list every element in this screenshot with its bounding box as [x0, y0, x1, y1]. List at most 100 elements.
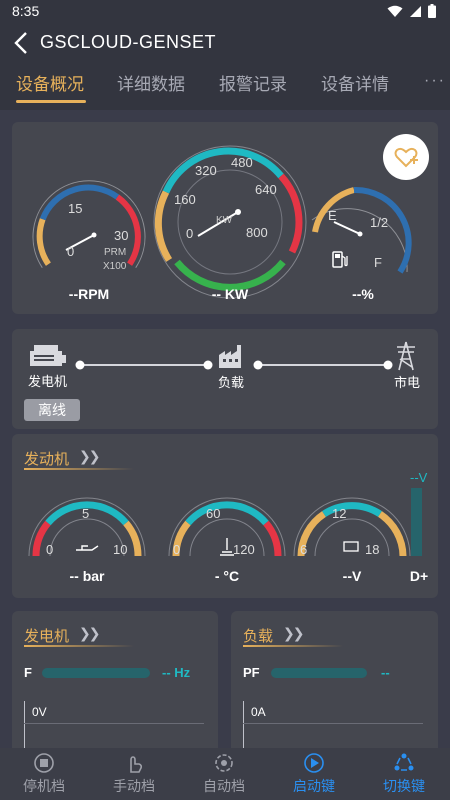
more-tabs-icon[interactable]: ···: [424, 72, 446, 90]
fuel-label-e: E: [328, 208, 337, 223]
oil-tick-5: 5: [82, 506, 90, 521]
stop-mode-button[interactable]: 停机档: [14, 752, 74, 796]
dplus-bar: [411, 488, 422, 556]
generator-panel: 发电机 ❯❯ F -- Hz 0V: [12, 611, 218, 761]
auto-mode-label: 自动档: [203, 778, 245, 794]
stop-icon: [34, 753, 54, 773]
rpm-readout: --RPM: [68, 286, 110, 302]
app-bar: GSCLOUD-GENSET 设备概况 详细数据 报警记录 设备详情 ···: [0, 22, 450, 110]
generator-chevron-icon[interactable]: ❯❯: [79, 625, 101, 642]
generator-icon: [30, 345, 66, 366]
fuel-readout: --%: [352, 286, 374, 302]
dplus-value: --V: [410, 470, 428, 485]
voltage-tick-6: 6: [300, 542, 308, 557]
status-bar: 8:35: [0, 0, 450, 22]
favorite-button[interactable]: [383, 134, 429, 180]
fuel-label-half: 1/2: [370, 215, 389, 230]
back-arrow-icon[interactable]: [12, 30, 30, 56]
coolant-temp-readout: - °C: [214, 568, 240, 584]
switch-button-label: 切换键: [383, 778, 425, 794]
voltage-tick-18: 18: [365, 542, 380, 557]
mains-label: 市电: [394, 375, 421, 390]
load-panel: 负载 ❯❯ PF -- 0A: [231, 611, 438, 761]
load-chevron-icon[interactable]: ❯❯: [283, 625, 305, 642]
page-title: GSCLOUD-GENSET: [40, 32, 217, 52]
load-title-underline: [243, 645, 343, 647]
rpm-unit-x100: X100: [103, 261, 127, 272]
kw-tick-160: 160: [174, 192, 196, 207]
temp-tick-0: 0: [173, 542, 181, 557]
stop-mode-label: 停机档: [23, 778, 65, 794]
rpm-tick-30: 30: [114, 228, 129, 243]
kw-readout: -- KW: [211, 286, 249, 302]
main-gauges-card: 0 15 30 PRM X100 --RPM 0 160 320 480 640…: [12, 122, 438, 314]
voltage-gridline: [24, 723, 204, 724]
heart-add-icon: [394, 147, 418, 168]
fuel-label-f: F: [374, 255, 382, 270]
battery-voltage-gauge: [293, 497, 411, 557]
status-icons: [387, 4, 436, 18]
switch-button[interactable]: 切换键: [374, 752, 434, 796]
frequency-value: -- Hz: [162, 665, 191, 680]
status-badge: 离线: [24, 399, 80, 421]
current-value: 0A: [251, 705, 266, 719]
voltage-tick-12: 12: [332, 506, 347, 521]
fuel-pump-icon: [332, 251, 348, 268]
active-tab-indicator: [16, 100, 86, 103]
status-time: 8:35: [12, 3, 40, 19]
auto-mode-button[interactable]: 自动档: [194, 752, 254, 796]
tab-device-details[interactable]: 设备详情: [321, 70, 389, 95]
power-factor-value: --: [381, 665, 390, 680]
rpm-unit-prm: PRM: [104, 247, 127, 258]
tab-alarm-records[interactable]: 报警记录: [219, 70, 287, 95]
generator-title-underline: [24, 645, 134, 647]
tab-bar: 设备概况 详细数据 报警记录 设备详情 ···: [0, 70, 450, 104]
start-icon: [304, 753, 324, 773]
temp-tick-120: 120: [233, 542, 255, 557]
manual-mode-button[interactable]: 手动档: [104, 752, 164, 796]
voltage-value: 0V: [32, 705, 47, 719]
bottom-control-bar: 停机档 手动档 自动档 启动键 切换键: [0, 748, 450, 800]
manual-mode-label: 手动档: [113, 778, 155, 794]
load-panel-title: 负载: [243, 628, 274, 645]
kw-unit: KW: [216, 215, 233, 226]
engine-card: 发动机 ❯❯ 0 5 10 -- bar 0 60 120 - °C 6 12 …: [12, 434, 438, 598]
power-factor-bar: [271, 668, 367, 678]
switch-icon: [394, 753, 414, 771]
kw-tick-800: 800: [246, 225, 268, 240]
dplus-label: D+: [409, 568, 429, 584]
power-factor-label: PF: [243, 665, 260, 680]
power-grid-icon: [397, 341, 415, 371]
start-button[interactable]: 启动键: [284, 752, 344, 796]
generator-label: 发电机: [28, 374, 68, 389]
auto-icon: [215, 754, 233, 772]
kw-tick-0: 0: [186, 226, 194, 241]
battery-voltage-readout: --V: [342, 568, 362, 584]
factory-load-icon: [219, 345, 241, 368]
load-label: 负载: [218, 375, 245, 390]
tab-overview[interactable]: 设备概况: [16, 70, 84, 95]
thermometer-icon: [220, 538, 234, 556]
temp-tick-60: 60: [206, 506, 221, 521]
start-button-label: 启动键: [293, 778, 335, 794]
frequency-bar: [42, 668, 150, 678]
oil-can-icon: [76, 545, 99, 551]
current-gridline: [243, 723, 423, 724]
kw-tick-640: 640: [255, 182, 277, 197]
oil-tick-0: 0: [46, 542, 54, 557]
tab-detail-data[interactable]: 详细数据: [117, 70, 185, 95]
rpm-gauge: [32, 180, 146, 268]
oil-pressure-readout: -- bar: [69, 568, 105, 584]
fuel-gauge: [311, 186, 412, 274]
signal-icon: [410, 5, 421, 17]
battery-small-icon: [343, 541, 359, 552]
kw-tick-480: 480: [231, 155, 253, 170]
generator-panel-title: 发电机: [24, 628, 70, 645]
hand-icon: [130, 756, 143, 773]
wifi-icon: [387, 5, 403, 17]
frequency-label: F: [24, 665, 32, 680]
rpm-tick-15: 15: [68, 201, 83, 216]
kw-tick-320: 320: [195, 163, 217, 178]
battery-icon: [428, 4, 436, 18]
oil-tick-10: 10: [113, 542, 128, 557]
